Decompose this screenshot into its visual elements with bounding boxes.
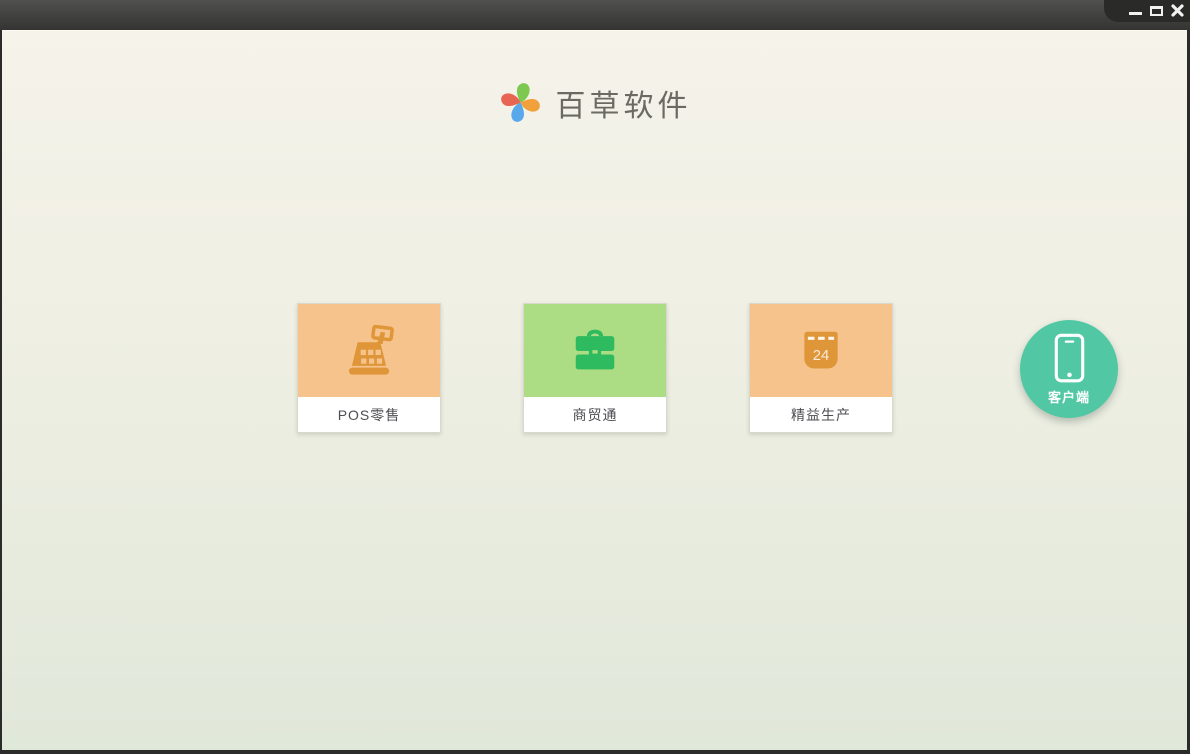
minimize-button[interactable] xyxy=(1126,2,1144,19)
card-label: 精益生产 xyxy=(791,406,851,423)
product-card-trade[interactable]: 商贸通 xyxy=(523,303,667,433)
card-icon-area: 24 xyxy=(750,304,892,397)
app-title: 百草软件 xyxy=(555,88,692,124)
app-header: 百草软件 xyxy=(2,80,1187,125)
product-card-lean-production[interactable]: 24 精益生产 xyxy=(749,303,893,433)
briefcase-icon xyxy=(575,329,615,369)
main-content: 百草软件 POS零售 商贸通 24 精益生产 客户端 xyxy=(2,30,1187,750)
close-icon xyxy=(1170,4,1184,17)
product-card-pos-retail[interactable]: POS零售 xyxy=(297,303,441,433)
client-button-label: 客户端 xyxy=(1047,389,1090,405)
card-icon-area xyxy=(524,304,666,397)
pinwheel-logo-icon xyxy=(499,81,541,124)
maximize-icon xyxy=(1149,5,1163,16)
calendar-day-label: 24 xyxy=(813,347,830,363)
card-label: POS零售 xyxy=(337,406,401,423)
calendar-icon: 24 xyxy=(804,331,838,368)
card-label: 商贸通 xyxy=(572,406,618,423)
client-app-button[interactable]: 客户端 xyxy=(1020,320,1118,418)
app-window: 百草软件 POS零售 商贸通 24 精益生产 客户端 xyxy=(0,0,1190,754)
close-button[interactable] xyxy=(1168,2,1186,19)
card-icon-area xyxy=(298,304,440,397)
smartphone-icon xyxy=(1054,333,1084,382)
maximize-button[interactable] xyxy=(1147,2,1165,19)
titlebar[interactable] xyxy=(0,0,1190,30)
cash-register-icon xyxy=(348,324,394,375)
minimize-icon xyxy=(1128,11,1142,15)
